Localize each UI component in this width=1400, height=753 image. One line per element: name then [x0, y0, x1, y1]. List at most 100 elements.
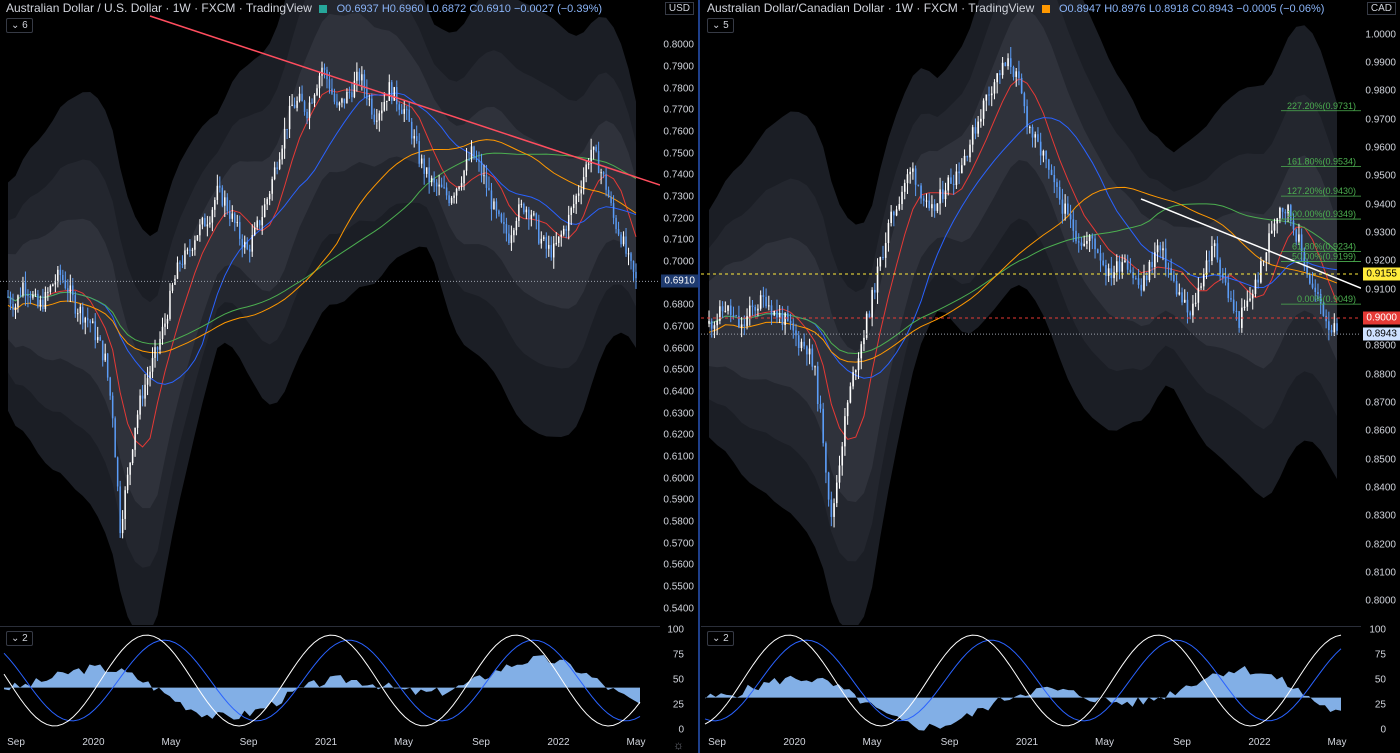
candle-body — [1080, 242, 1083, 246]
candle-body — [1173, 275, 1175, 282]
candle-body — [216, 185, 219, 200]
candle-body — [151, 357, 154, 372]
candle-body — [732, 315, 735, 317]
candle-body — [1279, 207, 1281, 219]
candle-body — [1197, 287, 1200, 303]
candle-body — [1189, 312, 1192, 316]
candle-body — [719, 306, 721, 321]
candle-body — [415, 136, 418, 142]
candle-body — [1156, 245, 1159, 253]
candle-body — [605, 174, 607, 190]
candle-body — [291, 104, 293, 106]
right-price-axis[interactable]: CAD 0.8000 0.8100 0.8200 0.8300 0.8400 0.8500… — [1361, 0, 1400, 625]
candle-body — [239, 222, 241, 239]
left-osc-axis: 100 75 50 25 0 — [660, 625, 698, 736]
right-indicators-toggle[interactable]: ⌄ 5 — [707, 18, 734, 33]
candle-body — [901, 191, 903, 205]
price-tick-label: 0.8700 — [1365, 397, 1396, 409]
left-osc-toggle[interactable]: ⌄ 2 — [6, 631, 33, 646]
candle-body — [356, 71, 358, 81]
left-main-pane[interactable]: Australian Dollar / U.S. Dollar · 1W · F… — [0, 0, 660, 625]
candle-body — [510, 235, 513, 244]
time-tick-label: 2020 — [82, 737, 105, 748]
candle-body — [1265, 252, 1268, 261]
price-tick-label: 0.5800 — [663, 516, 694, 528]
right-osc-toggle[interactable]: ⌄ 2 — [707, 631, 734, 646]
candle-body — [333, 93, 336, 102]
settings-gear-icon[interactable]: ☼ — [673, 738, 684, 752]
candle-body — [231, 213, 234, 219]
candle-body — [1224, 277, 1227, 283]
candle-body — [1004, 62, 1007, 67]
left-oscillator-chart[interactable] — [0, 627, 660, 737]
candle-body — [224, 197, 226, 206]
candle-body — [1235, 310, 1238, 312]
price-tick-label: 0.7200 — [663, 213, 694, 225]
oscillator-tick-label: 100 — [1369, 624, 1386, 636]
fib-level-label: 0.00%(0.9049) — [1297, 294, 1356, 304]
left-oscillator-pane[interactable]: ⌄ 2 — [0, 626, 660, 737]
candle-body — [129, 462, 131, 475]
candle-body — [1053, 174, 1056, 183]
candle-body — [971, 127, 974, 145]
price-tick-label: 0.9300 — [1365, 227, 1396, 239]
candle-body — [204, 218, 206, 227]
candle-body — [1330, 330, 1333, 333]
candle-body — [323, 67, 326, 70]
left-indicators-toggle[interactable]: ⌄ 6 — [6, 18, 33, 33]
left-last-price-tag: 0.6910 — [661, 274, 698, 288]
left-time-axis[interactable]: Sep 2020 May Sep 2021 May Sep 2022 May — [0, 737, 660, 753]
candle-body — [1164, 248, 1167, 268]
candle-body — [762, 295, 765, 297]
price-tick-label: 0.9800 — [1365, 85, 1396, 97]
price-tick-label: 0.9600 — [1365, 142, 1396, 154]
candle-body — [366, 88, 368, 99]
right-main-pane[interactable]: 227.20%(0.9731) 161.80%(0.9534) 127.20%(0.… — [701, 0, 1361, 625]
candle-body — [1211, 246, 1213, 262]
candle-body — [830, 499, 833, 517]
candle-body — [463, 170, 465, 184]
candle-body — [996, 73, 998, 83]
candle-body — [1219, 259, 1221, 274]
candle-body — [767, 305, 770, 307]
candle-body — [773, 310, 776, 316]
candle-body — [181, 263, 184, 265]
candle-body — [248, 249, 251, 252]
candle-body — [525, 209, 528, 213]
oscillator-tick-label: 0 — [678, 724, 684, 736]
price-tick-label: 0.8400 — [1365, 482, 1396, 494]
candle-body — [759, 295, 762, 309]
time-tick-label: Sep — [472, 737, 490, 748]
candle-body — [32, 294, 34, 298]
candle-body — [261, 216, 263, 226]
candle-body — [226, 197, 229, 212]
candle-body — [47, 291, 49, 293]
candle-body — [846, 402, 849, 417]
price-tick-label: 0.7100 — [663, 234, 694, 246]
candle-body — [448, 195, 450, 204]
left-price-axis[interactable]: USD 0.5400 0.5500 0.5600 0.5700 0.5800 0.5900… — [660, 0, 698, 625]
candle-body — [580, 189, 582, 194]
right-time-axis[interactable]: Sep 2020 May Sep 2021 May Sep 2022 May — [701, 737, 1361, 753]
candle-body — [194, 240, 196, 250]
candle-body — [328, 79, 331, 89]
left-main-chart[interactable] — [0, 0, 660, 625]
pane-divider[interactable] — [698, 0, 700, 753]
right-oscillator-pane[interactable]: ⌄ 2 — [701, 626, 1361, 737]
candle-body — [271, 179, 273, 194]
price-tick-label: 0.8900 — [1365, 340, 1396, 352]
candle-body — [1276, 218, 1279, 224]
candle-body — [610, 197, 612, 204]
candle-body — [146, 378, 149, 385]
right-oscillator-chart[interactable] — [701, 627, 1361, 737]
candle-body — [49, 285, 52, 292]
candle-body — [1148, 261, 1151, 281]
candle-body — [346, 91, 348, 104]
candle-body — [57, 269, 59, 283]
candle-body — [944, 190, 947, 200]
right-main-chart[interactable]: 227.20%(0.9731) 161.80%(0.9534) 127.20%(0.… — [701, 0, 1361, 625]
candle-body — [939, 189, 941, 204]
candle-body — [597, 151, 600, 173]
candle-body — [922, 198, 925, 201]
candle-body — [917, 184, 920, 186]
